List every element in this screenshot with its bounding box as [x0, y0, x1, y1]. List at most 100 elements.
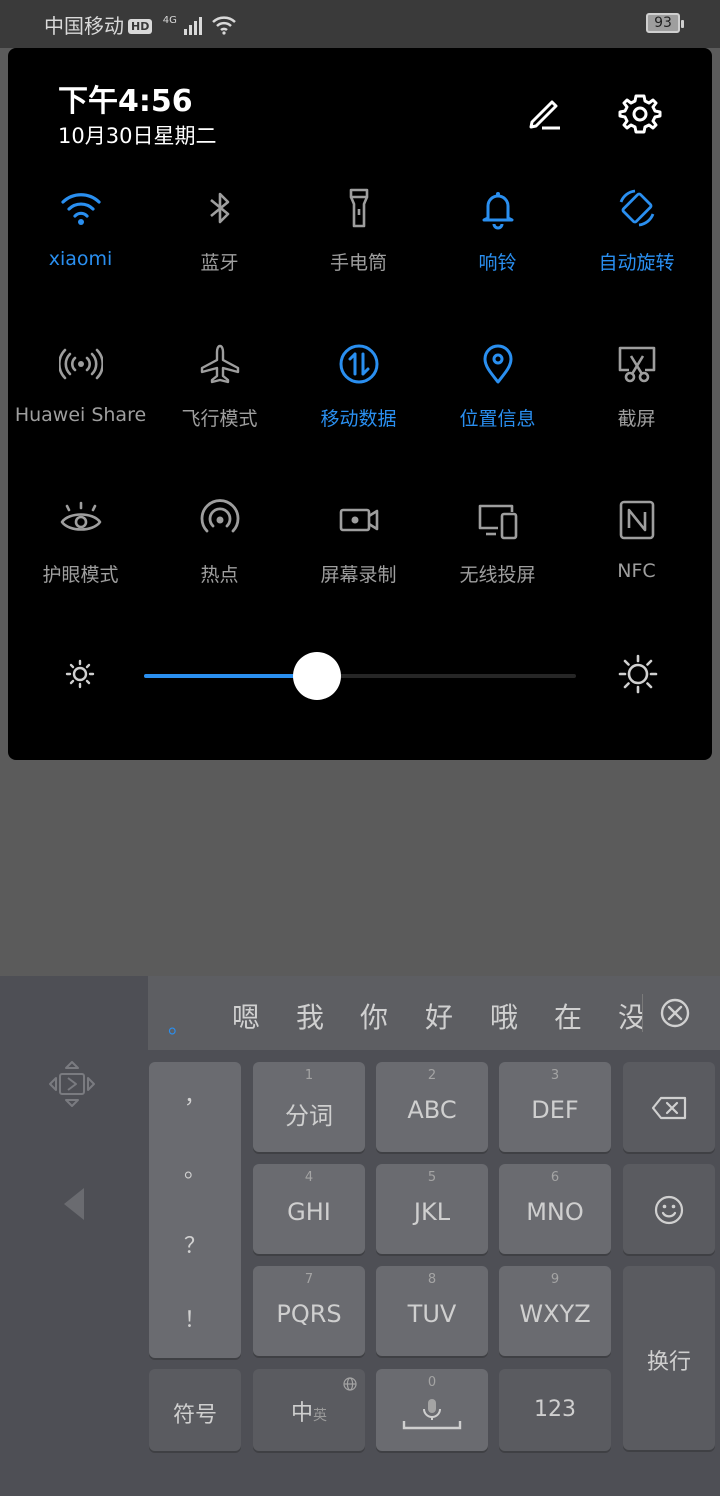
- language-secondary: 英: [313, 1408, 327, 1424]
- huawei-share-icon: [58, 348, 103, 380]
- microphone-space-icon: [402, 1399, 462, 1430]
- tile-screen-record[interactable]: 屏幕录制: [289, 498, 428, 648]
- tile-label: 飞行模式: [181, 408, 258, 430]
- brightness-slider-fill: [144, 674, 317, 678]
- key-number: 2: [427, 1068, 437, 1083]
- flashlight-icon: [349, 188, 368, 228]
- backspace-icon: [651, 1096, 687, 1120]
- candidate-word[interactable]: 没: [618, 996, 642, 1036]
- location-icon: [483, 344, 512, 384]
- globe-icon: [343, 1377, 357, 1391]
- punct-period[interactable]: 。: [149, 1152, 241, 1184]
- symbols-key[interactable]: 符号: [149, 1369, 241, 1451]
- punct-question[interactable]: ？: [149, 1228, 241, 1260]
- hotspot-icon: [200, 499, 239, 533]
- candidate-word[interactable]: 哦: [490, 996, 518, 1036]
- carrier-name: 中国移动: [44, 14, 124, 38]
- tile-flashlight[interactable]: 手电筒: [289, 186, 428, 336]
- key-5-jkl[interactable]: 5 JKL: [376, 1164, 488, 1254]
- tile-screenshot[interactable]: 截屏: [567, 342, 706, 492]
- tile-label: 位置信息: [459, 408, 536, 430]
- tile-ringer[interactable]: 响铃: [428, 186, 567, 336]
- number-mode-label: 123: [534, 1397, 576, 1422]
- key-3-def[interactable]: 3 DEF: [499, 1062, 611, 1152]
- enter-key-label: 换行: [646, 1350, 691, 1375]
- tile-label: 截屏: [617, 408, 656, 430]
- tile-nfc[interactable]: NFC: [567, 498, 706, 648]
- backspace-key[interactable]: [623, 1062, 715, 1152]
- candidate-bar: 。 嗯 我 你 好 哦 在 没: [148, 976, 720, 1050]
- brightness-slider[interactable]: [144, 652, 576, 700]
- language-switch-key[interactable]: 中英: [253, 1369, 365, 1451]
- key-4-ghi[interactable]: 4 GHI: [253, 1164, 365, 1254]
- move-keyboard-icon[interactable]: [48, 1060, 96, 1108]
- tile-huawei-share[interactable]: Huawei Share: [11, 342, 150, 492]
- smiley-icon: [654, 1195, 684, 1225]
- key-number: 8: [427, 1272, 437, 1287]
- tile-label: 响铃: [478, 252, 517, 274]
- key-label: PQRS: [276, 1300, 342, 1328]
- bell-icon: [482, 192, 513, 230]
- enter-key[interactable]: 换行: [623, 1266, 715, 1450]
- network-type: 4G: [162, 15, 177, 26]
- punct-exclamation[interactable]: ！: [149, 1302, 241, 1334]
- key-7-pqrs[interactable]: 7 PQRS: [253, 1266, 365, 1356]
- brightness-slider-thumb[interactable]: [292, 652, 341, 700]
- key-9-wxyz[interactable]: 9 WXYZ: [499, 1266, 611, 1356]
- tile-label: Huawei Share: [14, 404, 147, 426]
- language-label: 中英: [253, 1395, 365, 1427]
- screen-record-icon: [339, 508, 378, 532]
- key-8-tuv[interactable]: 8 TUV: [376, 1266, 488, 1356]
- key-number: 9: [550, 1272, 560, 1287]
- signal-icon: [183, 17, 202, 35]
- tile-label: 护眼模式: [42, 564, 119, 586]
- candidate-word[interactable]: 我: [296, 996, 324, 1036]
- key-number: 5: [427, 1170, 437, 1185]
- space-key[interactable]: 0: [376, 1369, 488, 1451]
- status-bar: 中国移动 HD 4G 93: [0, 0, 720, 48]
- key-label: JKL: [413, 1198, 451, 1226]
- brightness-low-icon: [65, 659, 95, 689]
- candidate-word[interactable]: 好: [425, 996, 453, 1036]
- tile-hotspot[interactable]: 热点: [150, 498, 289, 648]
- candidate-word[interactable]: 在: [554, 996, 582, 1036]
- key-1-segment[interactable]: 1 分词: [253, 1062, 365, 1152]
- punctuation-column[interactable]: ， 。 ？ ！: [149, 1062, 241, 1358]
- edit-icon[interactable]: [522, 92, 566, 136]
- tile-wireless-projection[interactable]: 无线投屏: [428, 498, 567, 648]
- key-label: TUV: [407, 1300, 457, 1328]
- screenshot-icon: [618, 346, 655, 383]
- key-label: ABC: [407, 1096, 457, 1124]
- emoji-key[interactable]: [623, 1164, 715, 1254]
- symbols-key-label: 符号: [172, 1403, 217, 1428]
- settings-gear-icon[interactable]: [616, 90, 664, 138]
- punct-comma[interactable]: ，: [149, 1078, 241, 1110]
- tile-eye-comfort[interactable]: 护眼模式: [11, 498, 150, 648]
- tile-label: 屏幕录制: [320, 564, 397, 586]
- candidate-word[interactable]: 你: [360, 996, 388, 1036]
- key-label: GHI: [287, 1198, 331, 1226]
- tile-airplane[interactable]: 飞行模式: [150, 342, 289, 492]
- tile-label: 热点: [200, 564, 239, 586]
- hide-keyboard-icon[interactable]: [60, 1186, 88, 1222]
- tile-location[interactable]: 位置信息: [428, 342, 567, 492]
- tile-auto-rotate[interactable]: 自动旋转: [567, 186, 706, 336]
- key-label: DEF: [531, 1096, 579, 1124]
- number-mode-key[interactable]: 123: [499, 1369, 611, 1451]
- candidate-word[interactable]: 嗯: [232, 996, 260, 1036]
- key-2-abc[interactable]: 2 ABC: [376, 1062, 488, 1152]
- tile-mobile-data[interactable]: 移动数据: [289, 342, 428, 492]
- mobile-data-icon: [339, 344, 378, 384]
- carrier-info: 中国移动 HD 4G: [44, 10, 237, 39]
- key-6-mno[interactable]: 6 MNO: [499, 1164, 611, 1254]
- key-number: 3: [550, 1068, 560, 1083]
- tile-label: 蓝牙: [200, 252, 239, 274]
- tile-wifi[interactable]: xiaomi: [11, 186, 150, 336]
- tile-label: 无线投屏: [459, 564, 536, 586]
- tile-label: 手电筒: [329, 252, 387, 274]
- close-candidates-icon[interactable]: [658, 996, 692, 1030]
- battery-indicator: 93: [646, 13, 684, 33]
- quick-settings-panel: 下午4:56 10月30日星期二 xiaomi 蓝牙 手电筒 响铃 自动旋转 H…: [8, 48, 712, 760]
- tile-bluetooth[interactable]: 蓝牙: [150, 186, 289, 336]
- bluetooth-icon: [209, 192, 229, 224]
